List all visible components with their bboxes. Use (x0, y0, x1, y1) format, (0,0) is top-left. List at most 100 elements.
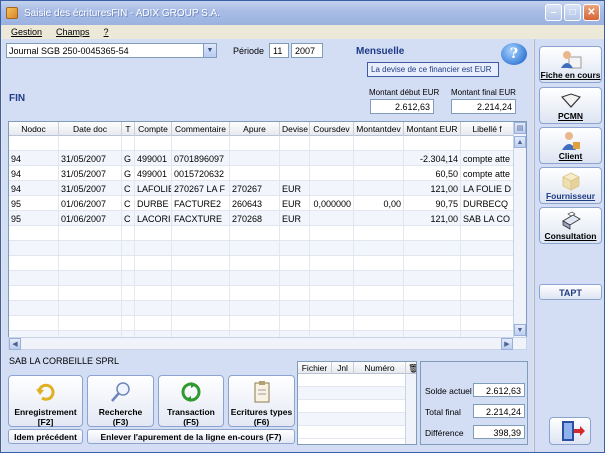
table-cell[interactable]: 31/05/2007 (59, 151, 122, 166)
fichier-row[interactable] (298, 374, 406, 387)
table-cell[interactable]: 121,00 (404, 181, 461, 196)
menu-help[interactable]: ? (104, 27, 109, 37)
table-cell[interactable] (404, 136, 461, 151)
periode-month-field[interactable]: 11 (269, 43, 289, 58)
table-cell[interactable] (404, 256, 461, 271)
table-cell[interactable] (280, 226, 310, 241)
table-cell[interactable] (280, 136, 310, 151)
table-cell[interactable]: G (122, 151, 135, 166)
col-header[interactable]: Nodoc (9, 122, 59, 136)
table-cell[interactable] (354, 136, 404, 151)
table-row[interactable] (9, 301, 514, 316)
recherche-button[interactable]: Recherche (F3) (87, 375, 154, 427)
scroll-right-icon[interactable]: ▶ (501, 338, 513, 350)
table-cell[interactable] (230, 136, 280, 151)
table-cell[interactable]: LAFOLIE (135, 181, 172, 196)
table-row[interactable] (9, 271, 514, 286)
table-cell[interactable]: 0,000000 (310, 196, 354, 211)
table-cell[interactable] (354, 241, 404, 256)
table-cell[interactable]: EUR (280, 196, 310, 211)
tapt-button[interactable]: TAPT (539, 284, 602, 300)
table-cell[interactable] (280, 286, 310, 301)
col-header[interactable]: Libellé f (461, 122, 514, 136)
vertical-scrollbar[interactable]: ▤ ▲ ▼ (513, 122, 526, 349)
pcmn-button[interactable]: PCMN (539, 87, 602, 124)
table-cell[interactable] (9, 286, 59, 301)
maximize-button[interactable]: □ (564, 4, 581, 21)
table-row[interactable]: 94 31/05/2007 G 499001 0015720632 60,50 compte… (9, 166, 514, 181)
menu-champs[interactable]: Champs (56, 27, 90, 37)
enregistrement-button[interactable]: Enregistrement [F2] (8, 375, 83, 427)
table-cell[interactable]: 499001 (135, 151, 172, 166)
table-cell[interactable] (9, 256, 59, 271)
table-cell[interactable] (122, 241, 135, 256)
journal-select[interactable]: Journal SGB 250-0045365-54 ▼ (6, 43, 217, 58)
table-cell[interactable] (461, 256, 514, 271)
table-cell[interactable]: 94 (9, 166, 59, 181)
table-cell[interactable] (280, 316, 310, 331)
table-cell[interactable] (310, 271, 354, 286)
table-cell[interactable]: 499001 (135, 166, 172, 181)
table-cell[interactable]: 270268 (230, 211, 280, 226)
table-row[interactable] (9, 286, 514, 301)
table-cell[interactable] (59, 226, 122, 241)
table-cell[interactable] (404, 286, 461, 301)
help-icon[interactable]: ? (501, 43, 527, 65)
col-header[interactable]: Devise (280, 122, 310, 136)
table-cell[interactable]: 01/06/2007 (59, 196, 122, 211)
fichier-row[interactable] (298, 413, 406, 426)
table-cell[interactable] (230, 286, 280, 301)
table-cell[interactable] (135, 316, 172, 331)
col-header[interactable]: Coursdev (310, 122, 354, 136)
table-cell[interactable] (310, 241, 354, 256)
table-cell[interactable] (230, 301, 280, 316)
table-cell[interactable] (354, 301, 404, 316)
minimize-button[interactable]: – (545, 4, 562, 21)
table-cell[interactable]: FACTURE2 (172, 196, 230, 211)
table-cell[interactable] (9, 271, 59, 286)
table-cell[interactable] (354, 166, 404, 181)
table-cell[interactable] (122, 136, 135, 151)
table-cell[interactable] (461, 286, 514, 301)
table-cell[interactable] (354, 271, 404, 286)
col-numero[interactable]: Numéro (354, 362, 406, 374)
table-cell[interactable]: 95 (9, 211, 59, 226)
table-cell[interactable] (172, 286, 230, 301)
table-cell[interactable] (310, 166, 354, 181)
table-cell[interactable] (122, 226, 135, 241)
table-cell[interactable]: C (122, 181, 135, 196)
table-cell[interactable] (310, 316, 354, 331)
table-cell[interactable] (354, 181, 404, 196)
table-cell[interactable] (135, 286, 172, 301)
table-cell[interactable] (122, 256, 135, 271)
table-row[interactable]: 95 01/06/2007 C LACORI FACXTURE 270268 EUR 121,… (9, 211, 514, 226)
table-cell[interactable] (135, 301, 172, 316)
table-cell[interactable] (135, 271, 172, 286)
table-cell[interactable] (59, 271, 122, 286)
table-cell[interactable] (354, 256, 404, 271)
table-cell[interactable]: C (122, 196, 135, 211)
chevron-down-icon[interactable]: ▼ (203, 44, 216, 57)
table-cell[interactable]: -2.304,14 (404, 151, 461, 166)
table-cell[interactable]: 94 (9, 181, 59, 196)
col-header[interactable]: Commentaire (172, 122, 230, 136)
table-cell[interactable]: 0015720632 (172, 166, 230, 181)
table-row[interactable]: 94 31/05/2007 C LAFOLIE 270267 LA F 270267 EUR… (9, 181, 514, 196)
periode-year-field[interactable]: 2007 (291, 43, 323, 58)
table-cell[interactable] (461, 271, 514, 286)
fichier-row[interactable] (298, 400, 406, 413)
table-cell[interactable]: compte atte (461, 151, 514, 166)
exit-button[interactable] (549, 417, 591, 445)
fournisseur-button[interactable]: Fournisseur (539, 167, 602, 204)
table-cell[interactable]: 31/05/2007 (59, 166, 122, 181)
table-cell[interactable] (59, 136, 122, 151)
col-header[interactable]: Date doc (59, 122, 122, 136)
table-row[interactable]: 94 31/05/2007 G 499001 0701896097 -2.304,14 co… (9, 151, 514, 166)
table-cell[interactable] (172, 271, 230, 286)
table-cell[interactable]: 0,00 (354, 196, 404, 211)
table-cell[interactable] (354, 286, 404, 301)
table-cell[interactable] (230, 271, 280, 286)
table-row[interactable] (9, 256, 514, 271)
table-cell[interactable] (122, 301, 135, 316)
table-cell[interactable] (310, 181, 354, 196)
